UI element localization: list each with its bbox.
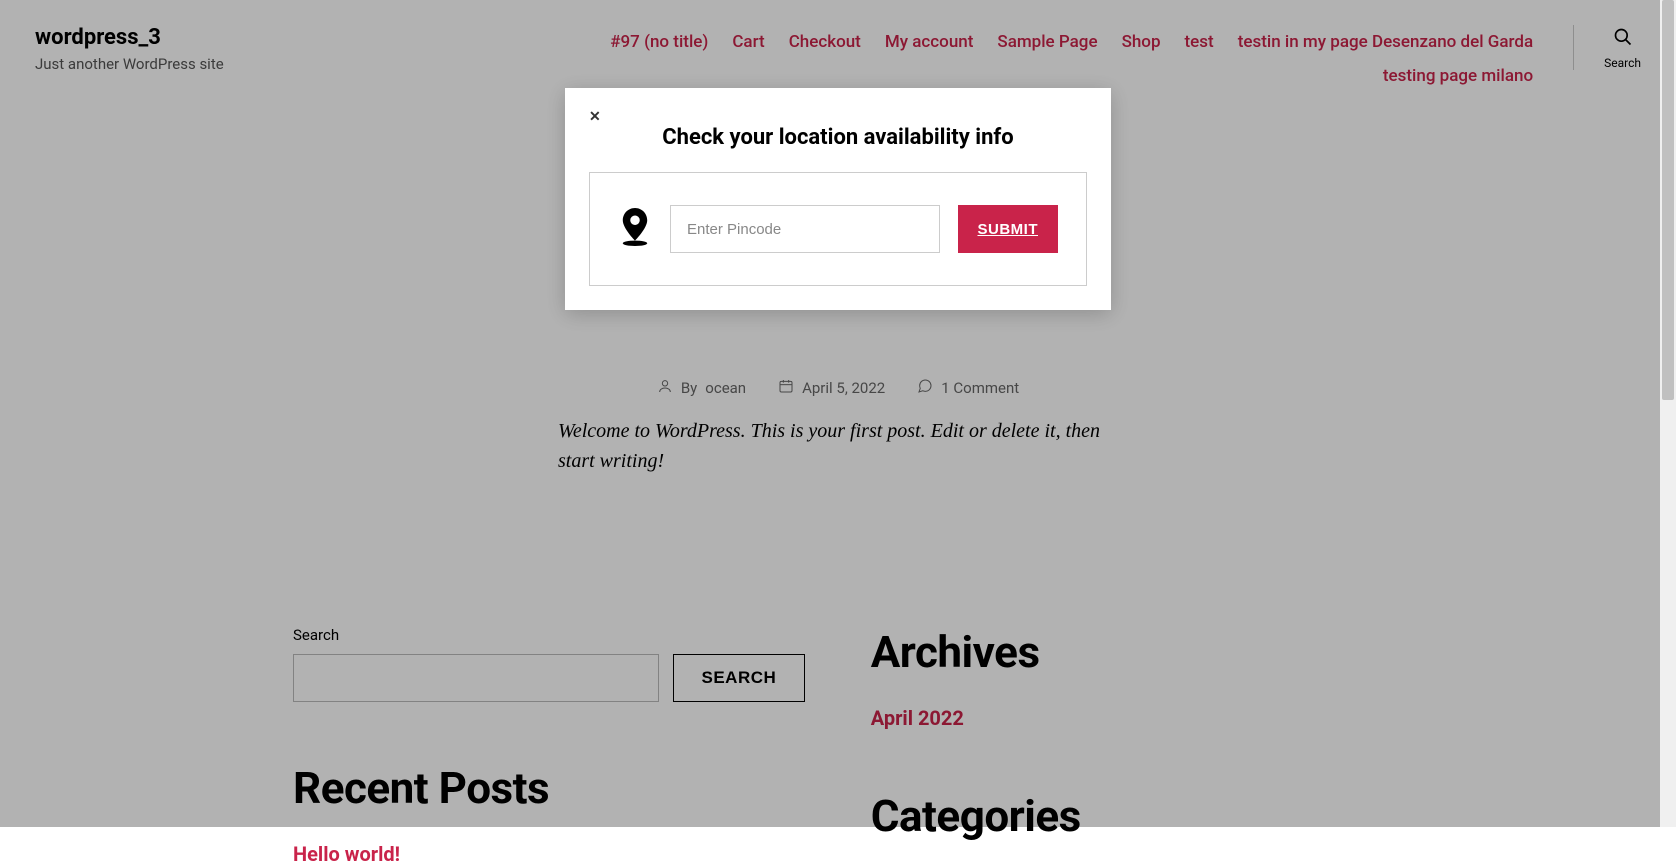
modal-title: Check your location availability info — [589, 125, 1087, 150]
recent-post-link[interactable]: Hello world! — [293, 842, 400, 866]
scrollbar[interactable] — [1660, 0, 1676, 827]
modal-overlay[interactable]: ✕ Check your location availability info … — [0, 0, 1676, 827]
scrollbar-thumb[interactable] — [1662, 0, 1674, 400]
close-icon[interactable]: ✕ — [589, 110, 601, 124]
pincode-input[interactable] — [670, 205, 940, 253]
modal-input-box: SUBMIT — [589, 172, 1087, 286]
submit-button[interactable]: SUBMIT — [958, 205, 1059, 253]
location-pin-icon — [618, 208, 652, 250]
location-modal: ✕ Check your location availability info … — [565, 88, 1111, 310]
